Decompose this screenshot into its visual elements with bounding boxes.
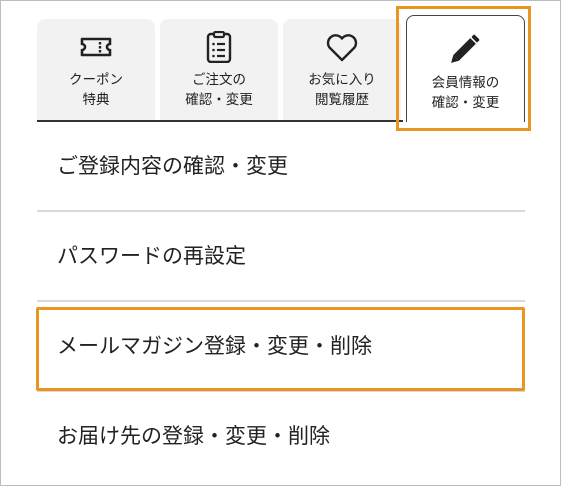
clipboard-icon xyxy=(201,31,237,63)
tab-label-line: 会員情報の xyxy=(431,75,500,91)
tab-label-line: クーポン xyxy=(69,72,123,88)
tab-label-line: ご注文の xyxy=(192,72,246,88)
tab-label: ご注文の 確認・変更 xyxy=(160,70,278,110)
pencil-icon xyxy=(448,32,484,64)
tab-label: クーポン 特典 xyxy=(37,70,155,110)
tab-member-info[interactable]: 会員情報の 確認・変更 xyxy=(406,15,525,122)
tab-favorites[interactable]: お気に入り 閲覧履歴 xyxy=(283,19,401,120)
ticket-icon xyxy=(78,31,114,63)
tab-label: 会員情報の 確認・変更 xyxy=(407,73,524,113)
tab-label-line: 確認・変更 xyxy=(431,95,500,111)
menu-item-label: パスワードの再設定 xyxy=(57,244,246,268)
menu-item-label: メールマガジン登録・変更・削除 xyxy=(57,334,372,358)
menu-item-addresses[interactable]: お届け先の登録・変更・削除 xyxy=(37,392,525,482)
tab-orders[interactable]: ご注文の 確認・変更 xyxy=(160,19,278,120)
tab-label-line: 特典 xyxy=(82,92,110,108)
heart-icon xyxy=(324,31,360,63)
menu-item-newsletter[interactable]: メールマガジン登録・変更・削除 xyxy=(37,302,525,392)
menu-item-profile[interactable]: ご登録内容の確認・変更 xyxy=(37,122,525,212)
tab-label-line: 閲覧履歴 xyxy=(315,92,369,108)
menu-item-label: ご登録内容の確認・変更 xyxy=(57,154,288,178)
tab-label: お気に入り 閲覧履歴 xyxy=(283,70,401,110)
tab-label-line: お気に入り xyxy=(308,72,376,88)
tab-label-line: 確認・変更 xyxy=(185,92,253,108)
member-tabs: クーポン 特典 ご注文の 確認・変更 お気に入り 閲覧履歴 会員情報の 確認・変… xyxy=(37,15,525,122)
menu-item-label: お届け先の登録・変更・削除 xyxy=(57,424,330,448)
member-menu: ご登録内容の確認・変更 パスワードの再設定 メールマガジン登録・変更・削除 お届… xyxy=(37,122,525,482)
menu-item-password[interactable]: パスワードの再設定 xyxy=(37,212,525,302)
tab-coupon[interactable]: クーポン 特典 xyxy=(37,19,155,120)
